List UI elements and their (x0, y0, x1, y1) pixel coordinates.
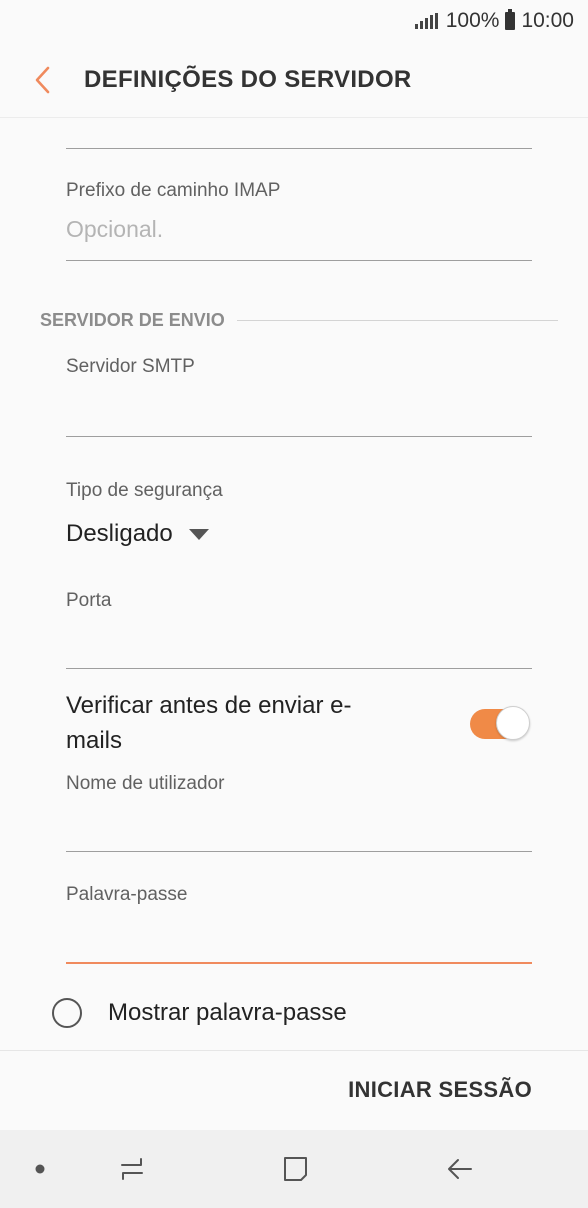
sign-in-button[interactable]: INICIAR SESSÃO (348, 1077, 532, 1103)
divider (236, 319, 558, 321)
dropdown-arrow-icon (188, 528, 209, 540)
back-icon[interactable] (434, 1130, 486, 1208)
show-password-row[interactable]: Mostrar palavra-passe (52, 998, 347, 1028)
security-type-field: Tipo de segurança (66, 480, 532, 510)
signal-icon (414, 13, 438, 29)
imap-prefix-field[interactable]: Prefixo de caminho IMAP Opcional. (66, 180, 532, 262)
imap-prefix-input[interactable]: Opcional. (66, 216, 163, 243)
security-type-label: Tipo de segurança (66, 480, 223, 501)
page-title: DEFINIÇÕES DO SERVIDOR (84, 65, 412, 93)
settings-form[interactable]: Prefixo de caminho IMAP Opcional. SERVID… (0, 118, 588, 1050)
port-label: Porta (66, 590, 112, 611)
show-password-label: Mostrar palavra-passe (108, 999, 347, 1026)
verify-before-send-label: Verificar antes de enviar e-mails (66, 692, 352, 754)
back-button[interactable] (8, 42, 78, 117)
security-type-dropdown[interactable]: Desligado (66, 520, 209, 548)
show-password-radio[interactable] (52, 998, 82, 1028)
home-icon[interactable] (270, 1130, 322, 1208)
smtp-server-label: Servidor SMTP (66, 356, 195, 377)
security-type-value: Desligado (66, 520, 173, 547)
battery-percent: 100% (445, 9, 500, 32)
field-underline (66, 148, 532, 149)
field-underline (66, 851, 532, 852)
verify-before-send-toggle[interactable] (470, 706, 530, 740)
verify-before-send-row[interactable]: Verificar antes de enviar e-mails (66, 688, 532, 760)
field-underline (66, 668, 532, 669)
field-underline-active (66, 962, 532, 964)
navigation-bar (0, 1130, 588, 1208)
previous-field (66, 148, 532, 150)
port-field[interactable]: Porta (66, 590, 532, 672)
smtp-server-field[interactable]: Servidor SMTP (66, 356, 532, 438)
recents-icon[interactable] (106, 1130, 158, 1208)
imap-prefix-label: Prefixo de caminho IMAP (66, 180, 281, 201)
field-underline (66, 436, 532, 437)
app-bar: DEFINIÇÕES DO SERVIDOR (0, 42, 588, 118)
battery-icon (505, 9, 516, 30)
section-header-outgoing: SERVIDOR DE ENVIO (40, 308, 558, 332)
section-title: SERVIDOR DE ENVIO (40, 309, 225, 330)
toggle-thumb (496, 706, 530, 740)
username-field[interactable]: Nome de utilizador (66, 773, 532, 855)
password-field[interactable]: Palavra-passe (66, 884, 532, 966)
status-bar: 100% 10:00 (0, 0, 588, 42)
clock: 10:00 (521, 9, 574, 32)
footer-bar: INICIAR SESSÃO (0, 1050, 588, 1131)
username-label: Nome de utilizador (66, 773, 225, 794)
chevron-left-icon (35, 66, 50, 93)
password-label: Palavra-passe (66, 884, 188, 905)
field-underline (66, 260, 532, 261)
dot-icon[interactable] (20, 1130, 60, 1208)
